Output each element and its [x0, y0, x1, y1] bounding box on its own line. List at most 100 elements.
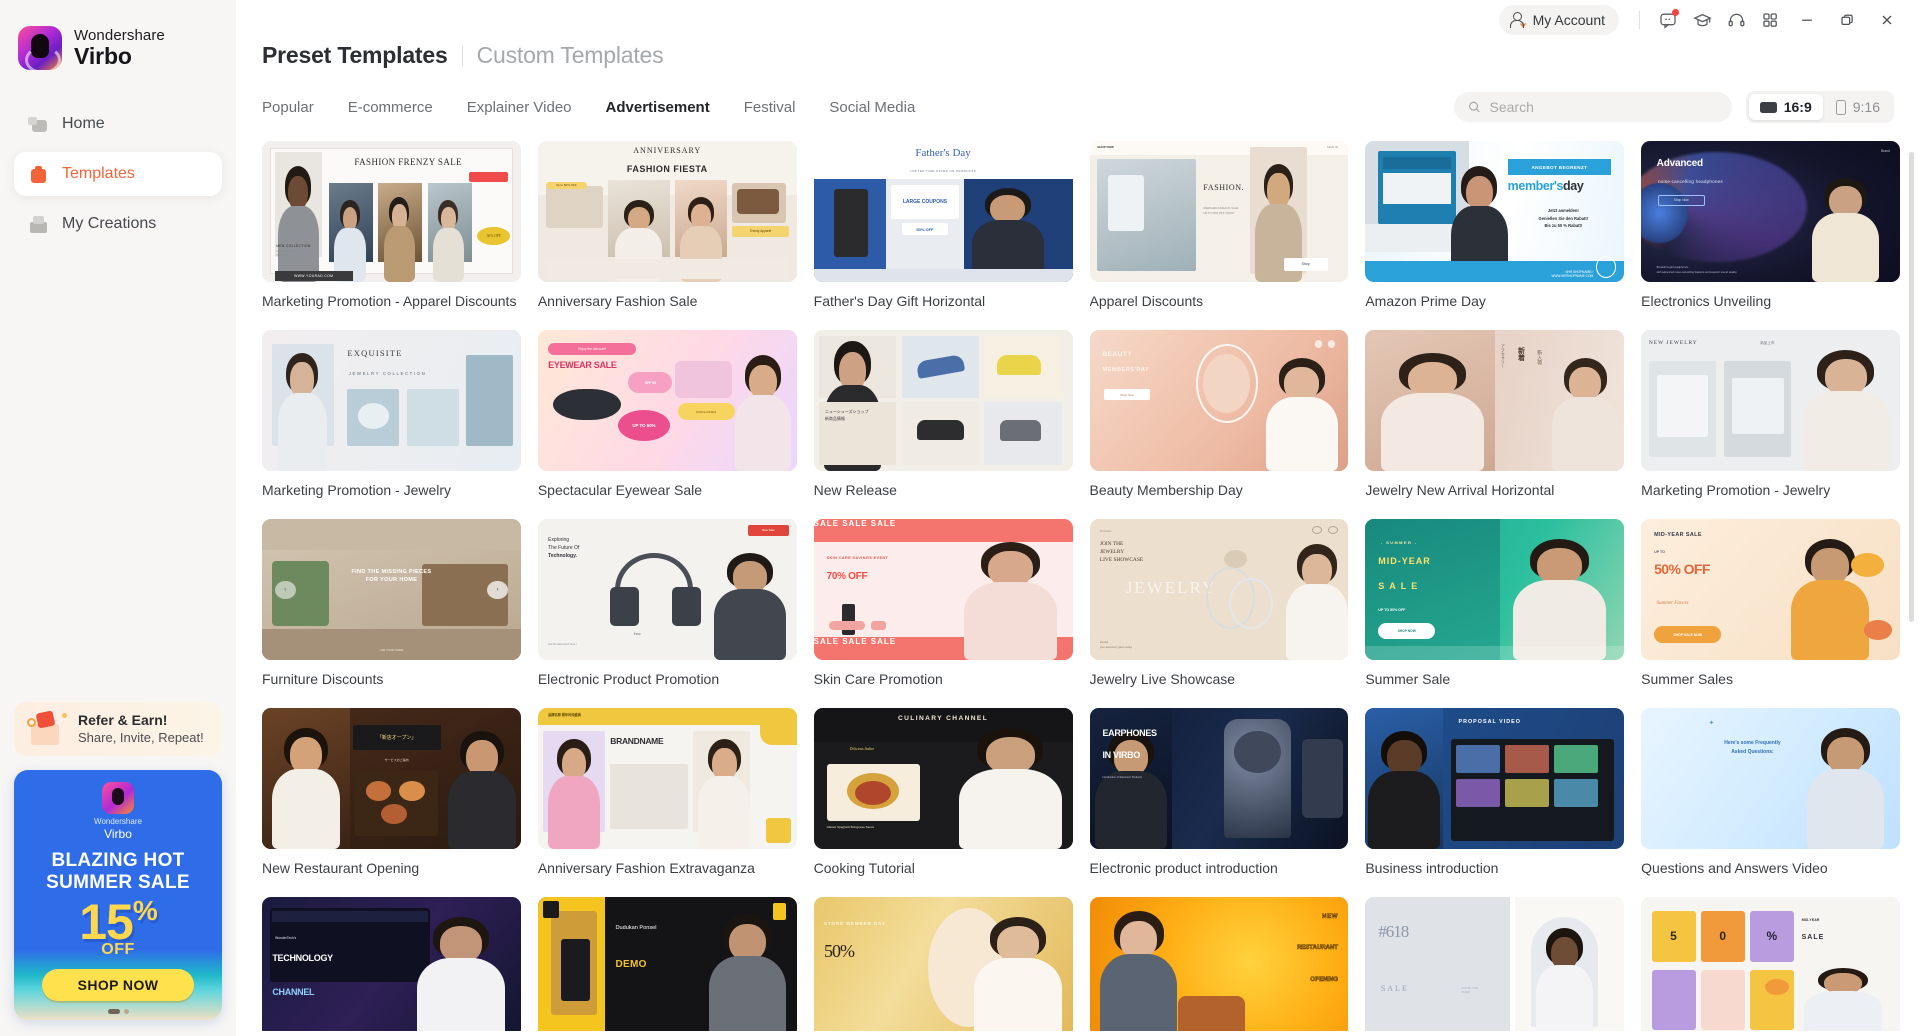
template-thumbnail[interactable]: SALE SALE SALE SALE SALE SALE SKIN CARE … [813, 519, 1073, 660]
template-thumbnail[interactable]: EARPHONES IN VIRBO Introduction of Elect… [1089, 708, 1349, 849]
search-input[interactable] [1489, 99, 1718, 115]
category-festival[interactable]: Festival [744, 99, 796, 116]
template-card[interactable]: ANNIVERSARY FASHION FIESTA Up to 50% OFF… [537, 141, 797, 330]
template-thumbnail[interactable]: #618 SALE LIMITED TIME OFFER [1365, 897, 1625, 1031]
template-thumbnail[interactable]: Father's Day LIMITED TIME OFFER ON PRODU… [813, 141, 1073, 282]
promo-carousel-dots[interactable] [14, 1009, 222, 1014]
vertical-scrollbar[interactable] [1909, 152, 1914, 1032]
template-thumbnail[interactable]: BEAUTY MEMBERS'DAY Shop Now [1089, 330, 1349, 471]
template-label: Amazon Prime Day [1365, 293, 1486, 309]
template-card[interactable]: Enjoy the discount! EYEWEAR SALE SPF 50 … [537, 330, 797, 519]
template-thumbnail[interactable]: Promotion JOIN THE JEWELRY LIVE SHOWCASE J… [1089, 519, 1349, 660]
template-thumbnail[interactable]: 「新店オープン」 サービスのご案内 [262, 708, 521, 849]
template-card[interactable]: Promotion JOIN THE JEWELRY LIVE SHOWCASE J… [1089, 519, 1349, 708]
template-thumbnail[interactable]: Enjoy the discount! EYEWEAR SALE SPF 50 … [537, 330, 797, 471]
feedback-icon[interactable] [1652, 4, 1684, 36]
support-headset-icon[interactable] [1720, 4, 1752, 36]
template-thumbnail[interactable]: Advanced noise-cancelling headphones Sho… [1641, 141, 1900, 282]
template-card[interactable]: 「新店オープン」 サービスのご案内 New Restaurant Opening [262, 708, 521, 897]
category-advertisement[interactable]: Advertisement [606, 99, 710, 116]
template-card[interactable]: 5 0 % MID-YEAR SALE [1641, 897, 1900, 1031]
summer-sale-promo-banner[interactable]: Wondershare Virbo BLAZING HOT SUMMER SAL… [14, 770, 222, 1020]
template-thumbnail[interactable]: Dudukan Ponsel DEMO [537, 897, 797, 1031]
template-card[interactable]: - SUMMER - MID-YEAR SALE UP TO 50% OFF S… [1365, 519, 1625, 708]
template-thumbnail[interactable]: - SUMMER - MID-YEAR SALE UP TO 50% OFF S… [1365, 519, 1625, 660]
apps-grid-icon[interactable] [1754, 4, 1786, 36]
template-thumbnail[interactable]: Exploring The Future Of Technology. New Sa… [537, 519, 797, 660]
ratio-16-9-button[interactable]: 16:9 [1748, 94, 1823, 120]
sidebar: Wondershare Virbo Home Templates My Crea… [0, 0, 236, 1036]
search-icon [1468, 101, 1480, 113]
template-thumbnail[interactable]: SHOP NOW SIGN IN FASHION. MERCHES FASHIO… [1089, 141, 1349, 282]
template-thumbnail[interactable]: NEW JEWELRY 新品上市 [1641, 330, 1900, 471]
category-popular[interactable]: Popular [262, 99, 314, 116]
template-thumbnail[interactable]: STORE MEMBER DAY 50% [813, 897, 1073, 1031]
template-card[interactable]: PROPOSAL VIDEO Business introduction [1365, 708, 1625, 897]
template-card[interactable]: STORE MEMBER DAY 50% [813, 897, 1073, 1031]
template-thumbnail[interactable]: PROPOSAL VIDEO [1365, 708, 1625, 849]
template-thumbnail[interactable]: ニューシューズショップ 新商品情報 [813, 330, 1073, 471]
sidebar-item-label-my-creations: My Creations [62, 215, 157, 232]
template-card[interactable]: MID-YEAR SALE UP TO 50% OFF Summer Favor… [1641, 519, 1900, 708]
template-card[interactable]: BEAUTY MEMBERS'DAY Shop Now Beauty Membe… [1089, 330, 1349, 519]
template-card[interactable]: EXQUISITE JEWELRY COLLECTION Marketing P… [262, 330, 521, 519]
category-ecommerce[interactable]: E-commerce [348, 99, 433, 116]
category-explainer-video[interactable]: Explainer Video [467, 99, 572, 116]
scrollbar-thumb[interactable] [1909, 152, 1914, 622]
template-card[interactable]: SHOP NOW SIGN IN FASHION. MERCHES FASHIO… [1089, 141, 1349, 330]
template-thumbnail[interactable]: 品牌名称 周年时尚盛典 BRANDNAME [537, 708, 797, 849]
maximize-button[interactable] [1828, 4, 1866, 36]
my-account-button[interactable]: My Account [1498, 5, 1619, 35]
template-thumbnail[interactable]: アクセサリー 新着 新入荷 [1365, 330, 1625, 471]
template-thumbnail[interactable]: ANGEBOT BEGRENZT member'sday Jetzt anmel… [1365, 141, 1625, 282]
template-card[interactable]: ANGEBOT BEGRENZT member'sday Jetzt anmel… [1365, 141, 1625, 330]
template-card[interactable]: WonderTech's TECHNOLOGY CHANNEL [262, 897, 521, 1031]
refer-and-earn-banner[interactable]: Refer & Earn! Share, Invite, Repeat! [14, 702, 222, 756]
template-card[interactable]: アクセサリー 新着 新入荷 Jewelry New Arrival Horizo… [1365, 330, 1625, 519]
template-card[interactable]: NEW JEWELRY 新品上市 Marketing Promotion - J… [1641, 330, 1900, 519]
template-thumbnail[interactable]: EXQUISITE JEWELRY COLLECTION [262, 330, 521, 471]
tab-custom-templates[interactable]: Custom Templates [477, 42, 664, 69]
category-social-media[interactable]: Social Media [829, 99, 915, 116]
ratio-9-16-button[interactable]: 9:16 [1825, 94, 1891, 120]
sidebar-item-templates[interactable]: Templates [14, 152, 222, 196]
tutorial-graduation-cap-icon[interactable] [1686, 4, 1718, 36]
promo-shop-now-button[interactable]: SHOP NOW [42, 969, 194, 1002]
template-card[interactable]: Advanced noise-cancelling headphones Sho… [1641, 141, 1900, 330]
template-thumbnail[interactable]: WonderTech's TECHNOLOGY CHANNEL [262, 897, 521, 1031]
template-card[interactable]: #618 SALE LIMITED TIME OFFER [1365, 897, 1625, 1031]
tab-preset-templates[interactable]: Preset Templates [262, 42, 448, 69]
my-creations-icon [28, 214, 49, 235]
template-card[interactable]: Dudukan Ponsel DEMO [537, 897, 797, 1031]
minimize-button[interactable] [1788, 4, 1826, 36]
templates-scroll-area[interactable]: MEN COLLECTION LOREM IPSUM SIT AMET FASHI… [236, 141, 1920, 1031]
template-card[interactable]: MEN COLLECTION LOREM IPSUM SIT AMET FASHI… [262, 141, 521, 330]
template-card[interactable]: ニューシューズショップ 新商品情報 New Release [813, 330, 1073, 519]
sidebar-item-home[interactable]: Home [14, 102, 222, 146]
template-thumbnail[interactable]: MEN COLLECTION LOREM IPSUM SIT AMET FASHI… [262, 141, 521, 282]
template-card[interactable]: NEW RESTAURANT OPENING [1089, 897, 1349, 1031]
close-button[interactable] [1868, 4, 1906, 36]
template-thumbnail[interactable]: CULINARY CHANNEL Delicious Italian Class… [813, 708, 1073, 849]
notification-badge [1672, 9, 1679, 16]
template-thumbnail[interactable]: Here's some Frequently Asked Questions: ✦ [1641, 708, 1900, 849]
template-thumbnail[interactable]: ANNIVERSARY FASHION FIESTA Up to 50% OFF… [537, 141, 797, 282]
template-thumbnail[interactable]: FIND THE MISSING PIECES FOR YOUR HOME I A… [262, 519, 521, 660]
template-card[interactable]: Here's some Frequently Asked Questions: ✦… [1641, 708, 1900, 897]
template-card[interactable]: 品牌名称 周年时尚盛典 BRANDNAME Anniversary Fashio… [537, 708, 797, 897]
template-card[interactable]: FIND THE MISSING PIECES FOR YOUR HOME I A… [262, 519, 521, 708]
template-thumbnail[interactable]: MID-YEAR SALE UP TO 50% OFF Summer Favor… [1641, 519, 1900, 660]
sidebar-item-my-creations[interactable]: My Creations [14, 202, 222, 246]
template-card[interactable]: SALE SALE SALE SALE SALE SALE SKIN CARE … [813, 519, 1073, 708]
template-card[interactable]: Exploring The Future Of Technology. New Sa… [537, 519, 797, 708]
template-card[interactable]: CULINARY CHANNEL Delicious Italian Class… [813, 708, 1073, 897]
template-thumbnail[interactable]: 5 0 % MID-YEAR SALE [1641, 897, 1900, 1031]
template-label: New Release [813, 482, 897, 498]
template-thumbnail[interactable]: NEW RESTAURANT OPENING [1089, 897, 1349, 1031]
template-card[interactable]: EARPHONES IN VIRBO Introduction of Elect… [1089, 708, 1349, 897]
template-label: Electronic product introduction [1089, 860, 1278, 876]
search-box[interactable] [1453, 92, 1732, 122]
template-card[interactable]: Father's Day LIMITED TIME OFFER ON PRODU… [813, 141, 1073, 330]
brand-wondershare-text: Wondershare [74, 26, 165, 44]
landscape-icon [1759, 101, 1777, 113]
